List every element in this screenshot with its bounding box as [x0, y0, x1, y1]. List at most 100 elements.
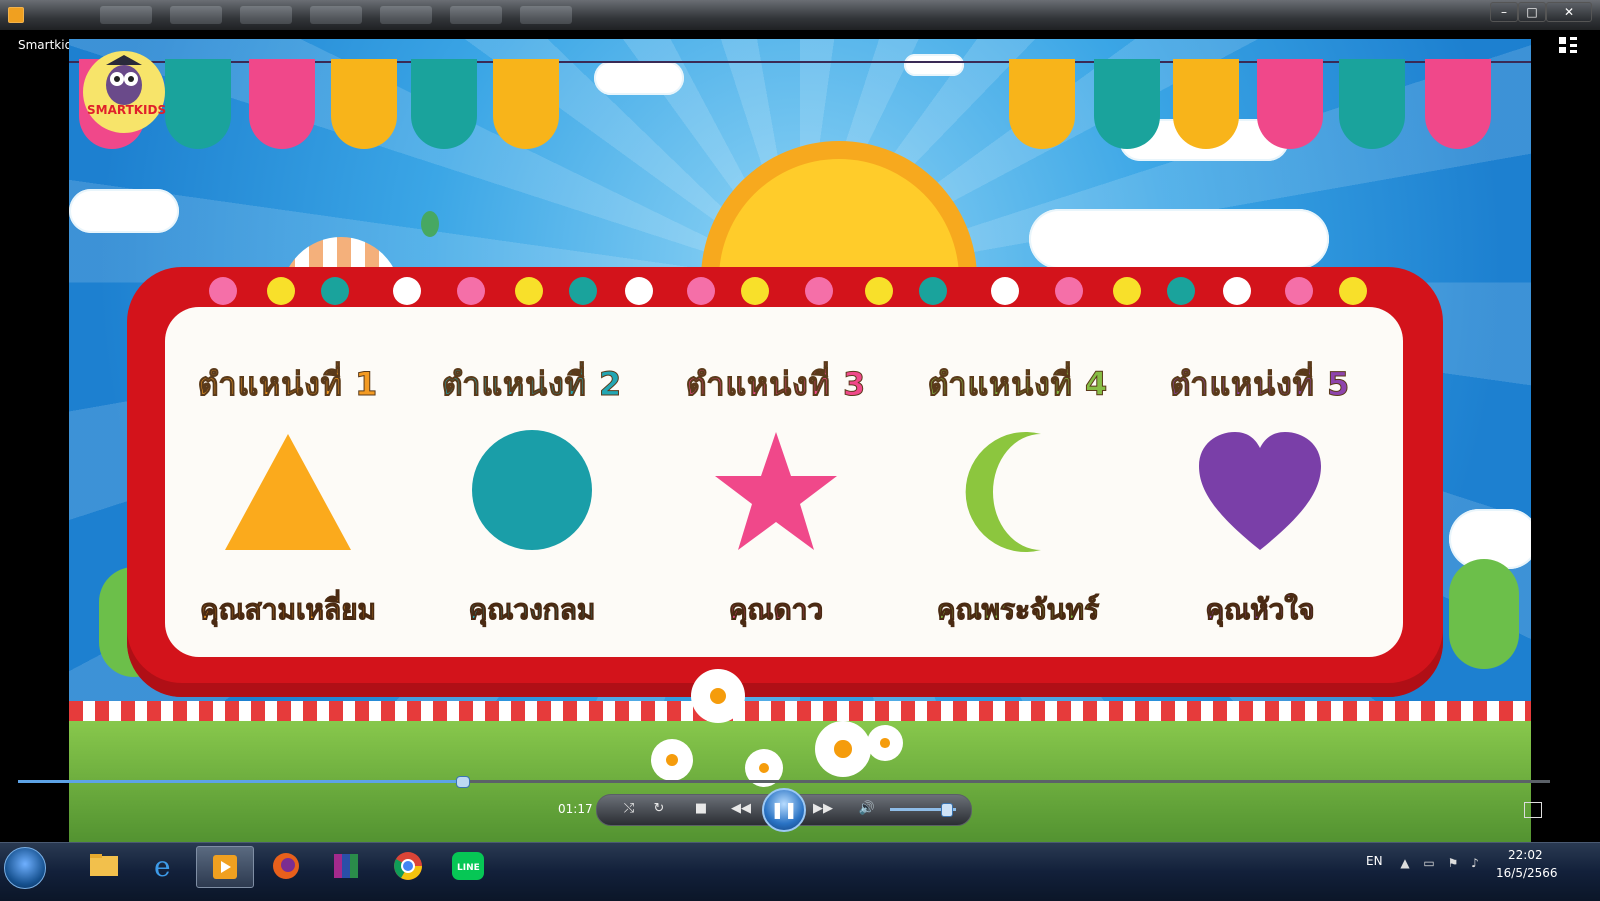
cloud [904, 54, 964, 76]
cloud [69, 189, 179, 233]
previous-icon[interactable]: ◀◀ [730, 799, 752, 819]
position-label: ตำแหน่งที่ 2 [441, 365, 623, 404]
repeat-icon[interactable]: ↻ [648, 799, 670, 819]
seek-thumb[interactable] [456, 776, 471, 788]
position-label: ตำแหน่งที่ 3 [685, 365, 867, 404]
position-column-5: ตำแหน่งที่ 5 คุณหัวใจ [1145, 359, 1375, 632]
titlebar-ghost-tab [100, 6, 152, 24]
titlebar-ghost-tab [380, 6, 432, 24]
board-dot [1285, 277, 1313, 305]
next-icon[interactable]: ▶▶ [812, 799, 834, 819]
close-button[interactable]: ✕ [1546, 2, 1592, 22]
bunting-flag [165, 59, 231, 149]
file-explorer-icon[interactable] [76, 846, 132, 886]
board-dot [1223, 277, 1251, 305]
volume-icon[interactable]: 🔊 [856, 799, 878, 819]
video-frame[interactable]: SMARTKIDS ตำแหน่งที่ 1 คุณสามเหลี่ยม ตำแ… [69, 39, 1531, 851]
balloon [421, 211, 439, 237]
volume-thumb[interactable] [941, 803, 954, 817]
shape-name: คุณสามเหลี่ยม [199, 593, 377, 627]
bunting-flag [493, 59, 559, 149]
crescent-shape [953, 428, 1083, 558]
fullscreen-icon[interactable] [1524, 802, 1542, 818]
maximize-button[interactable]: □ [1518, 2, 1546, 22]
board-panel: ตำแหน่งที่ 1 คุณสามเหลี่ยม ตำแหน่งที่ 2 … [165, 307, 1403, 657]
bunting-flag [331, 59, 397, 149]
shape-name: คุณพระจันทร์ [936, 593, 1100, 627]
titlebar-ghost-tab [310, 6, 362, 24]
stop-icon[interactable]: ■ [690, 799, 712, 819]
current-time: 01:17 [558, 802, 593, 816]
star-shape [711, 428, 841, 558]
board-dot [865, 277, 893, 305]
seek-progress [18, 780, 463, 783]
clock-date[interactable]: 16/5/2566 [1496, 866, 1558, 880]
triangle-shape [223, 428, 353, 558]
minimize-button[interactable]: – [1490, 2, 1518, 22]
pause-icon[interactable]: ❚❚ [762, 788, 806, 832]
network-icon[interactable]: ▭ [1422, 856, 1436, 870]
position-column-1: ตำแหน่งที่ 1 คุณสามเหลี่ยม [173, 359, 403, 632]
shuffle-icon[interactable]: ⤭ [618, 799, 640, 819]
board-dot [569, 277, 597, 305]
smartkids-logo: SMARTKIDS [83, 51, 167, 133]
board-dot [515, 277, 543, 305]
grass [69, 721, 1531, 851]
shape-name: คุณวงกลม [468, 593, 596, 627]
position-label: ตำแหน่งที่ 5 [1169, 365, 1351, 404]
daisy-flower [751, 755, 777, 781]
clock-time[interactable]: 22:02 [1508, 848, 1543, 862]
board-dot [1339, 277, 1367, 305]
shape-name: คุณดาว [728, 593, 824, 627]
board-dot [919, 277, 947, 305]
bunting-flag [1425, 59, 1491, 149]
shape-name: คุณหัวใจ [1205, 593, 1315, 627]
action-center-icon[interactable]: ⚑ [1446, 856, 1460, 870]
board-dot [625, 277, 653, 305]
winrar-icon[interactable] [318, 846, 374, 886]
svg-text:e: e [154, 850, 171, 883]
bunting-flag [1009, 59, 1075, 149]
daisy-flower [873, 731, 897, 755]
board-dot [991, 277, 1019, 305]
chrome-icon[interactable] [380, 846, 436, 886]
board-dot [687, 277, 715, 305]
board-dot [1113, 277, 1141, 305]
circle-shape [467, 428, 597, 558]
input-language[interactable]: EN [1366, 854, 1383, 868]
tree [1449, 559, 1519, 669]
sign-board: ตำแหน่งที่ 1 คุณสามเหลี่ยม ตำแหน่งที่ 2 … [127, 267, 1443, 697]
bunting-flag [1173, 59, 1239, 149]
bunting-flag [249, 59, 315, 149]
board-dot [321, 277, 349, 305]
start-button[interactable] [4, 847, 46, 889]
board-dot [805, 277, 833, 305]
bunting-flag [411, 59, 477, 149]
titlebar-ghost-tab [520, 6, 572, 24]
window-titlebar: – □ ✕ [0, 0, 1600, 30]
owl-icon [106, 55, 142, 105]
bunting-flag [1094, 59, 1160, 149]
daisy-flower [821, 727, 865, 771]
seek-bar[interactable] [18, 776, 1550, 788]
position-column-3: ตำแหน่งที่ 3 คุณดาว [661, 359, 891, 632]
heart-shape [1195, 428, 1325, 558]
firefox-icon[interactable] [258, 846, 314, 886]
bunting-flag [1339, 59, 1405, 149]
position-label: ตำแหน่งที่ 1 [197, 365, 379, 404]
media-player-taskbar-icon[interactable] [196, 846, 254, 888]
board-dot [1055, 277, 1083, 305]
show-hidden-icons-icon[interactable]: ▲ [1398, 856, 1412, 870]
titlebar-ghost-tab [450, 6, 502, 24]
daisy-flower [697, 675, 739, 717]
switch-to-library-icon[interactable] [1558, 36, 1578, 54]
daisy-flower [657, 745, 687, 775]
media-player-app-icon [8, 7, 24, 23]
line-app-icon[interactable]: LINE [440, 846, 496, 886]
board-dot [267, 277, 295, 305]
board-dot [741, 277, 769, 305]
position-label: ตำแหน่งที่ 4 [927, 365, 1109, 404]
speaker-icon[interactable]: ♪ [1468, 856, 1482, 870]
internet-explorer-icon[interactable]: e [136, 846, 192, 886]
logo-text: SMARTKIDS [87, 103, 167, 117]
